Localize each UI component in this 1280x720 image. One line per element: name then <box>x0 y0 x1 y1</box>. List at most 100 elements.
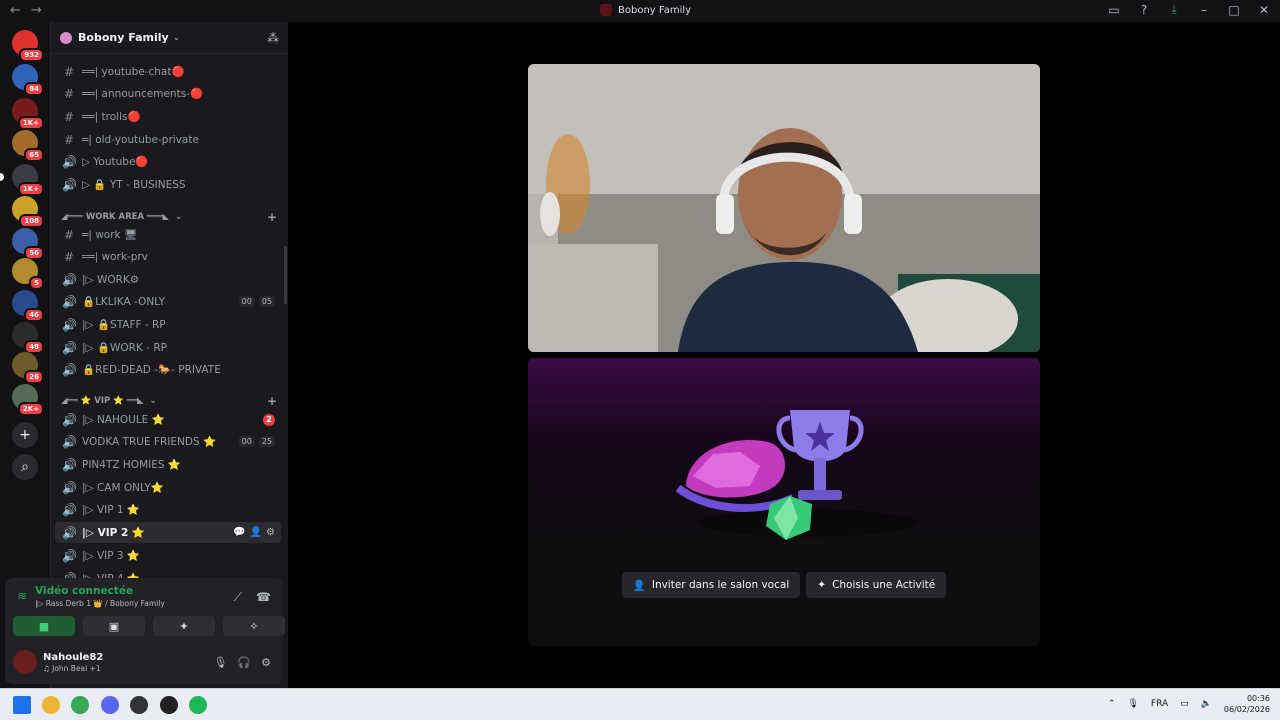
sidebar-scrollbar[interactable] <box>284 246 287 304</box>
text-channel-item[interactable]: # ═| work 🖥 <box>55 224 281 245</box>
capcut-taskbar-icon[interactable] <box>130 696 148 714</box>
speaker-icon: 🔊 <box>62 412 77 427</box>
volume-icon[interactable]: 🔈 <box>1201 699 1212 709</box>
gear-icon[interactable]: ⚙ <box>261 656 271 669</box>
download-icon[interactable]: ⤓ <box>1166 2 1182 17</box>
user-count: 00 <box>238 436 255 447</box>
chevron-up-icon[interactable]: ⌃ <box>1108 699 1116 709</box>
server-icon[interactable]: 1K+ <box>0 164 44 196</box>
server-icon[interactable]: 5 <box>12 258 44 290</box>
server-icon[interactable]: 26 <box>12 352 44 384</box>
clock[interactable]: 00:36 06/02/2026 <box>1224 693 1270 715</box>
screen-share-button[interactable]: ▣ <box>83 616 145 636</box>
voice-channel-item[interactable]: 🔊 ▷ Youtube🔴 <box>55 151 281 172</box>
voice-channel-item[interactable]: 🔊 |▷ NAHOULE ⭐ 2 <box>55 409 281 430</box>
text-channel-item[interactable]: # ══| youtube-chat🔴 <box>55 61 281 82</box>
explore-icon[interactable]: ⌕ <box>12 454 38 480</box>
speaker-icon: 🔊 <box>62 457 77 472</box>
text-channel-item[interactable]: # ══| work-prv <box>55 246 281 267</box>
channel-label: |▷ 🔒WORK - RP <box>82 342 167 354</box>
voice-channel-item[interactable]: 🔊 🔒LKLIKA -ONLY 00 05 <box>55 291 281 312</box>
voice-channel-item[interactable]: 🔊 |▷ 🔒STAFF - RP <box>55 314 281 335</box>
minimize-icon[interactable]: – <box>1196 3 1212 17</box>
voice-channel-item[interactable]: 🔊 |▷ VIP 2 ⭐ 💬 👤 ⚙ <box>55 522 281 543</box>
text-channel-item[interactable]: # ══| announcements-🔴 <box>55 83 281 104</box>
activity-actions: 👤 Inviter dans le salon vocal ✦ Choisis … <box>528 572 1040 598</box>
voice-channel-item[interactable]: 🔊 |▷ 🔒WORK - RP <box>55 337 281 358</box>
voice-channel-item[interactable]: 🔊 |▷ VIP 1 ⭐ <box>55 499 281 520</box>
close-icon[interactable]: ✕ <box>1256 3 1272 17</box>
microphone-icon[interactable]: 🎙 <box>213 656 227 669</box>
category-vip[interactable]: ◢══ ⭐ VIP ⭐ ══◣ ⌄ + <box>61 394 281 408</box>
inbox-icon[interactable]: ▭ <box>1106 3 1122 17</box>
add-channel-icon[interactable]: + <box>267 210 277 224</box>
camera-button[interactable]: ■ <box>13 616 75 636</box>
avatar[interactable] <box>13 650 37 674</box>
channel-label: 🔒RED-DEAD -🐎- PRIVATE <box>82 364 221 376</box>
server-icon[interactable]: 65 <box>12 130 44 162</box>
text-channel-item[interactable]: # ══| trolls🔴 <box>55 106 281 127</box>
maximize-icon[interactable]: □ <box>1226 3 1242 17</box>
channel-meta: 00 25 <box>238 436 275 447</box>
language-indicator[interactable]: FRA <box>1151 699 1168 709</box>
voice-channel-item[interactable]: 🔊 |▷ CAM ONLY⭐ <box>55 477 281 498</box>
headset-icon[interactable]: 🎧 <box>237 656 251 669</box>
add-server-icon[interactable]: + <box>12 422 38 448</box>
chat-icon[interactable]: 💬 <box>233 527 245 538</box>
voice-channel-item[interactable]: 🔊 PIN4TZ HOMIES ⭐ <box>55 454 281 475</box>
voice-channel-path[interactable]: |▷ Rass Derb 1 👑 / Bobony Family <box>35 599 165 608</box>
server-icon[interactable]: 48 <box>12 322 44 354</box>
category-work-area[interactable]: ◢═══ WORK AREA ═══◣ ⌄ + <box>61 210 281 224</box>
guild-header[interactable]: Bobony Family ⌄ ⁂ <box>51 22 289 54</box>
video-tile[interactable] <box>528 64 1040 352</box>
invite-to-voice-button[interactable]: 👤 Inviter dans le salon vocal <box>621 572 801 598</box>
channel-label: 🔒LKLIKA -ONLY <box>82 296 166 308</box>
voice-channel-item[interactable]: 🔊 VODKA TRUE FRIENDS ⭐ 00 25 <box>55 431 281 452</box>
channel-label: |▷ 🔒STAFF - RP <box>82 319 166 331</box>
discord-taskbar-icon[interactable] <box>101 696 119 714</box>
voice-channel-item[interactable]: 🔊 🔒RED-DEAD -🐎- PRIVATE <box>55 359 281 380</box>
explorer-taskbar-icon[interactable] <box>42 696 60 714</box>
voice-channel-item[interactable]: 🔊 ▷ 🔒 YT - BUSINESS <box>55 174 281 195</box>
voice-stage: 👤 Inviter dans le salon vocal ✦ Choisis … <box>288 22 1280 688</box>
spotify-taskbar-icon[interactable] <box>189 696 207 714</box>
channel-label: |▷ VIP 2 ⭐ <box>82 527 145 539</box>
back-arrow-icon[interactable]: ← <box>10 3 21 18</box>
speaker-icon: 🔊 <box>62 177 77 192</box>
activities-button[interactable]: ✦ <box>153 616 215 636</box>
text-channel-item[interactable]: # ═| old-youtube-private <box>55 129 281 150</box>
invite-icon[interactable]: 👤 <box>250 527 262 538</box>
server-icon[interactable]: 56 <box>12 228 44 260</box>
signal-icon[interactable]: ≋ <box>17 589 27 603</box>
speaker-icon: 🔊 <box>62 272 77 287</box>
noise-suppression-icon[interactable]: ⟋ <box>234 590 242 605</box>
server-icon[interactable]: 108 <box>12 196 44 228</box>
server-icon[interactable]: 932 <box>12 30 44 62</box>
speaker-icon: 🔊 <box>62 154 77 169</box>
disconnect-icon[interactable]: ☎ <box>256 590 271 605</box>
channel-label: |▷ VIP 3 ⭐ <box>82 550 140 562</box>
choose-activity-button[interactable]: ✦ Choisis une Activité <box>806 572 947 598</box>
user-count: 05 <box>258 296 275 307</box>
guild-icon <box>60 31 72 44</box>
voice-status-title[interactable]: Vidéo connectée <box>35 585 165 597</box>
server-icon[interactable]: 2K+ <box>12 384 44 416</box>
voice-channel-item[interactable]: 🔊 |▷ VIP 3 ⭐ <box>55 545 281 566</box>
start-taskbar-icon[interactable] <box>13 696 31 714</box>
server-icon[interactable]: 84 <box>12 64 44 96</box>
server-icon[interactable]: 1K+ <box>12 98 44 130</box>
forward-arrow-icon[interactable]: → <box>31 3 42 18</box>
microphone-icon[interactable]: 🎙 <box>1127 699 1138 709</box>
user-area[interactable]: Nahoule82 ♫ John Beal +1 <box>13 650 103 674</box>
obs-taskbar-icon[interactable] <box>160 696 178 714</box>
gear-icon[interactable]: ⚙ <box>266 527 275 538</box>
help-icon[interactable]: ? <box>1136 3 1152 17</box>
server-icon[interactable]: 46 <box>12 290 44 322</box>
soundboard-button[interactable]: ✧ <box>223 616 285 636</box>
add-channel-icon[interactable]: + <box>267 394 277 408</box>
title-bar-actions: ▭ ? ⤓ – □ ✕ <box>1106 2 1272 17</box>
chrome-taskbar-icon[interactable] <box>71 696 89 714</box>
network-icon[interactable]: ▭ <box>1180 699 1189 709</box>
voice-channel-item[interactable]: 🔊 |▷ WORK⚙ <box>55 269 281 290</box>
invite-people-icon[interactable]: ⁂ <box>267 31 279 45</box>
